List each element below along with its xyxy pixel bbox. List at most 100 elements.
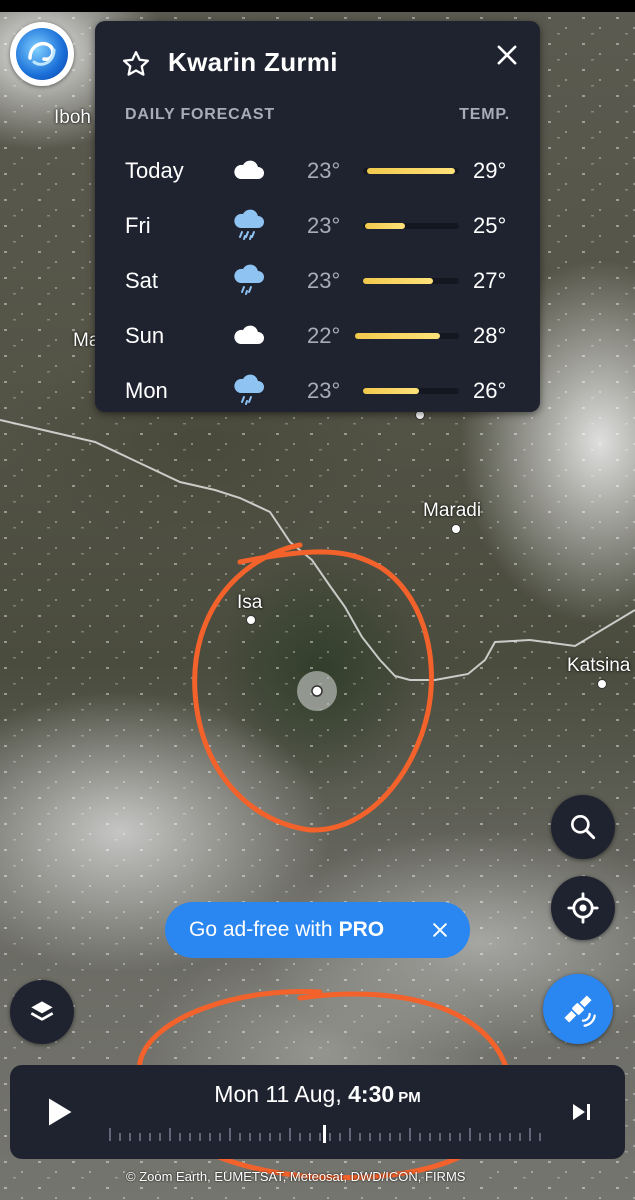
rain-cloud-icon [234, 374, 264, 405]
timeline-bar: Mon 11 Aug, 4:30 PM [10, 1065, 625, 1159]
timeline-tick [479, 1133, 481, 1141]
timeline-tick [329, 1133, 331, 1141]
layers-icon [30, 1001, 54, 1021]
forecast-high: 27° [473, 268, 507, 293]
forecast-high: 28° [473, 323, 507, 348]
forecast-row: Sat 23° 27° [95, 256, 540, 311]
timeline-tick [399, 1133, 401, 1141]
timeline-tick [509, 1133, 511, 1141]
crosshair-location-icon [567, 892, 599, 924]
timeline-tick [489, 1133, 491, 1141]
forecast-high: 26° [473, 378, 507, 403]
temp-range-track [363, 388, 459, 394]
timeline-tick [539, 1133, 541, 1141]
forecast-day: Sat [125, 268, 159, 293]
close-icon[interactable] [493, 41, 521, 69]
forecast-day: Sun [125, 323, 165, 348]
satellite-view-button[interactable] [543, 974, 613, 1044]
search-button[interactable] [551, 795, 615, 859]
timeline-tick [529, 1128, 531, 1141]
timeline-tick [129, 1133, 131, 1141]
timeline-tick [319, 1133, 321, 1141]
timeline-tick [209, 1133, 211, 1141]
forecast-row: Fri 23° 25° [95, 201, 540, 256]
timeline-tick [369, 1133, 371, 1141]
place-label: Isa [237, 592, 263, 613]
forecast-low: 23° [307, 213, 341, 238]
timeline-date: Mon 11 Aug, [214, 1081, 342, 1107]
timeline-time: 4:30 [348, 1081, 395, 1107]
location-marker[interactable] [311, 685, 323, 697]
zoom-earth-logo-icon [16, 28, 68, 80]
timeline-tick [389, 1133, 391, 1141]
timeline-tick [149, 1133, 151, 1141]
temp-range-track [363, 168, 459, 174]
timeline-tick [419, 1133, 421, 1141]
forecast-row: Sun 22° 28° [95, 311, 540, 366]
daily-forecast-label: DAILY FORECAST [125, 106, 275, 123]
promo-pro-label: PRO [338, 918, 385, 941]
satellite-icon [564, 995, 596, 1027]
timeline-tick [349, 1128, 351, 1141]
forecast-low: 22° [307, 323, 341, 348]
timeline-tick [499, 1133, 501, 1141]
timeline-tick [229, 1128, 231, 1141]
timeline-tick [429, 1133, 431, 1141]
temp-range-track [363, 278, 459, 284]
timeline-tick [239, 1133, 241, 1141]
timeline-tick [139, 1133, 141, 1141]
app-logo-button[interactable] [10, 22, 74, 86]
dismiss-promo-icon[interactable] [430, 920, 450, 940]
search-icon [571, 815, 596, 840]
skip-to-now-icon[interactable] [570, 1101, 594, 1123]
rain-cloud-icon [234, 209, 264, 240]
go-pro-banner[interactable]: Go ad-free with PRO [165, 902, 470, 958]
timeline-tick [189, 1133, 191, 1141]
timeline-tick [469, 1128, 471, 1141]
temp-range-fill [365, 223, 405, 229]
timeline-tick [159, 1133, 161, 1141]
forecast-high: 25° [473, 213, 507, 238]
timeline-tick [409, 1128, 411, 1141]
timeline-datetime: Mon 11 Aug, 4:30 PM [10, 1081, 625, 1108]
timeline-tick [169, 1128, 171, 1141]
favorite-star-icon[interactable] [121, 49, 151, 79]
timeline-tick [219, 1133, 221, 1141]
temp-range-track [363, 223, 459, 229]
timeline-tick [119, 1133, 121, 1141]
timeline-tick [179, 1133, 181, 1141]
forecast-row: Mon 23° 26° [95, 366, 540, 421]
temp-label: TEMP. [459, 106, 510, 123]
forecast-day: Fri [125, 213, 151, 238]
cloud-icon [234, 325, 264, 344]
timeline-tick [309, 1133, 311, 1141]
place-label: Maradi [423, 500, 482, 521]
forecast-high: 29° [473, 158, 507, 183]
location-title: Kwarin Zurmi [168, 47, 338, 77]
forecast-low: 23° [307, 378, 341, 403]
timeline-tick [339, 1133, 341, 1141]
timeline-tick [109, 1128, 111, 1141]
place-label: Katsina [567, 655, 631, 676]
place-dot [246, 615, 256, 625]
temp-range-fill [363, 388, 419, 394]
my-location-button[interactable] [551, 876, 615, 940]
status-bar [0, 0, 635, 12]
timeline-tick [289, 1128, 291, 1141]
timeline-tick [459, 1133, 461, 1141]
forecast-panel: Kwarin Zurmi DAILY FORECAST TEMP. Today … [95, 21, 540, 412]
timeline-tick [379, 1133, 381, 1141]
temp-range-fill [367, 168, 455, 174]
forecast-day: Today [125, 158, 184, 183]
cloud-icon [234, 160, 264, 179]
temp-range-track [355, 333, 459, 339]
layers-button[interactable] [10, 980, 74, 1044]
timeline-scrubber[interactable] [105, 1125, 545, 1143]
timeline-tick [519, 1133, 521, 1141]
timeline-tick [259, 1133, 261, 1141]
forecast-row: Today 23° 29° [95, 146, 540, 201]
timeline-ampm: PM [398, 1089, 421, 1106]
forecast-low: 23° [307, 158, 341, 183]
timeline-tick [359, 1133, 361, 1141]
timeline-cursor[interactable] [323, 1125, 326, 1143]
